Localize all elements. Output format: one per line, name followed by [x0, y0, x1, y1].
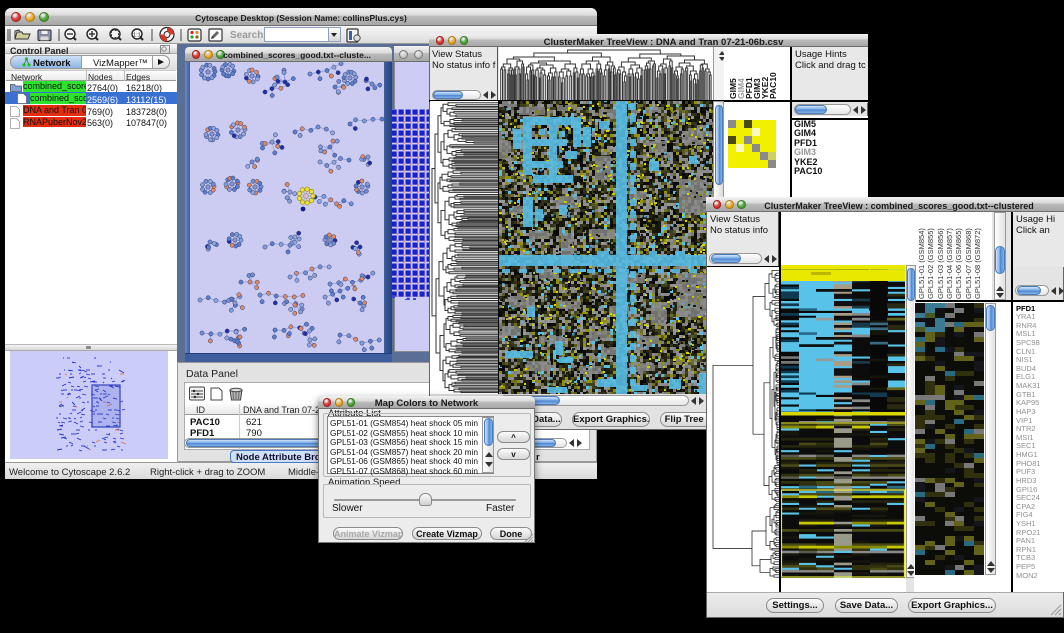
- svg-text:1:1: 1:1: [133, 33, 141, 39]
